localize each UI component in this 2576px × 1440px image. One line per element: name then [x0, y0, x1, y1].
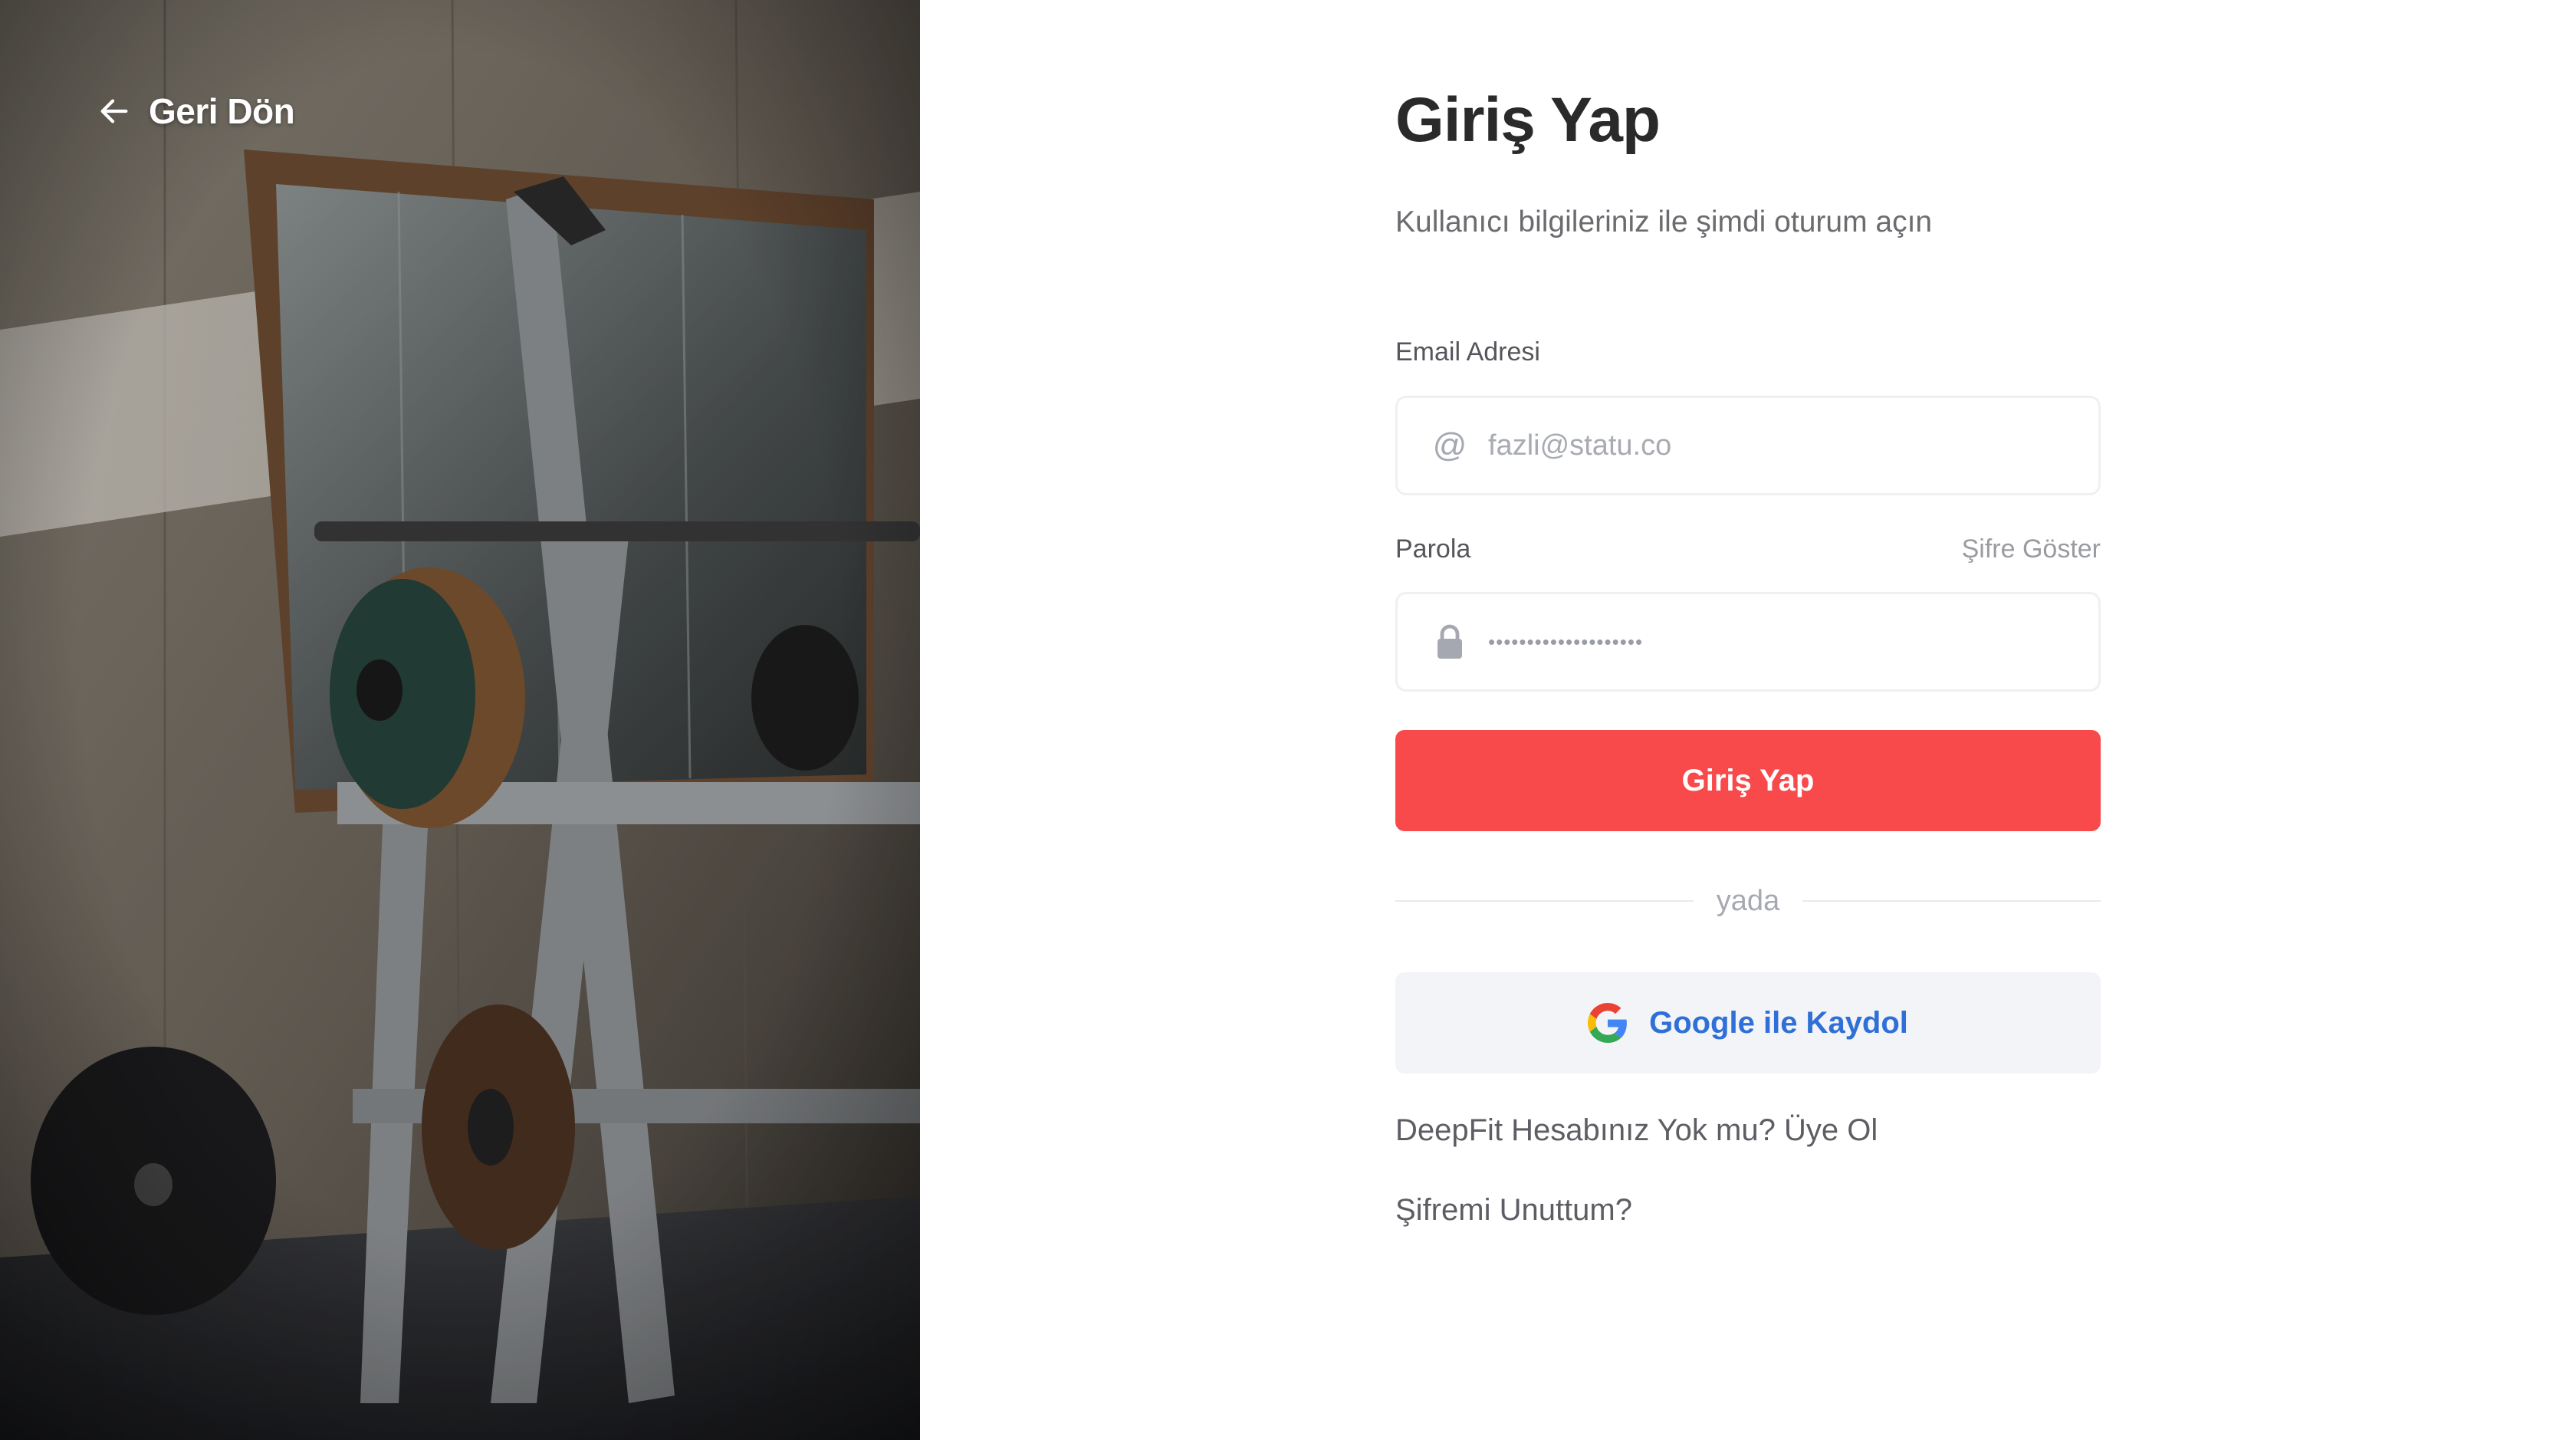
email-input[interactable]: [1488, 398, 2098, 493]
email-label: Email Adresi: [1395, 337, 1540, 367]
divider-text: yada: [1716, 884, 1780, 917]
password-field[interactable]: ••••••••••••••••••••: [1395, 592, 2101, 692]
login-page: Geri Dön Giriş Yap Kullanıcı bilgilerini…: [0, 0, 2576, 1440]
google-signup-button[interactable]: Google ile Kaydol: [1395, 972, 2101, 1073]
lock-icon: [1438, 624, 1462, 659]
divider-line-right: [1802, 900, 2101, 902]
forgot-password-link[interactable]: Şifremi Unuttum?: [1395, 1193, 1632, 1228]
page-subtitle: Kullanıcı bilgileriniz ile şimdi oturum …: [1395, 205, 1933, 238]
email-field[interactable]: @: [1395, 396, 2101, 495]
gym-photo-panel: Geri Dön: [0, 0, 920, 1440]
page-title: Giriş Yap: [1395, 85, 1661, 155]
google-signup-label: Google ile Kaydol: [1649, 1005, 1908, 1040]
or-divider: yada: [1395, 882, 2101, 920]
login-button[interactable]: Giriş Yap: [1395, 730, 2101, 831]
divider-line-left: [1395, 900, 1694, 902]
google-icon: [1588, 1003, 1627, 1043]
back-label: Geri Dön: [149, 91, 295, 131]
show-password-link[interactable]: Şifre Göster: [1962, 534, 2101, 564]
password-label: Parola: [1395, 534, 1471, 564]
arrow-left-icon: [100, 99, 128, 123]
back-button[interactable]: Geri Dön: [97, 90, 295, 132]
at-icon: @: [1432, 426, 1467, 464]
password-input[interactable]: ••••••••••••••••••••: [1488, 630, 2098, 654]
signup-link[interactable]: DeepFit Hesabınız Yok mu? Üye Ol: [1395, 1113, 1878, 1148]
gym-photo: [0, 0, 920, 1440]
